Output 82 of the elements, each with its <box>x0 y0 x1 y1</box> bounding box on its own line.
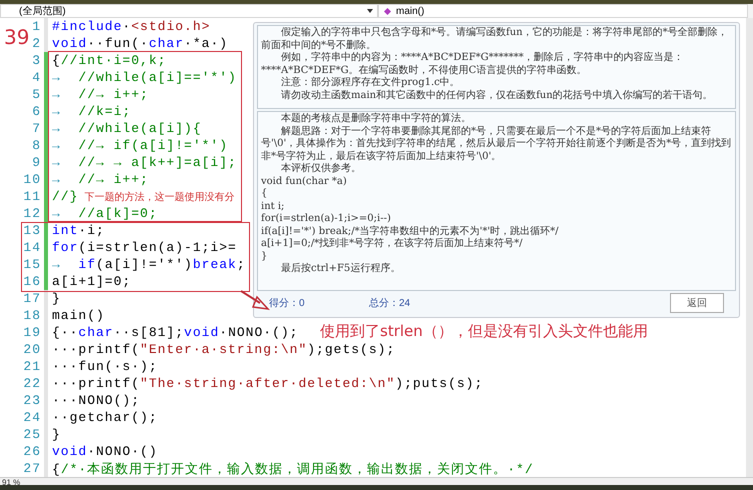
line-number: 9 <box>32 155 41 170</box>
code-line: → if(a[i]!='*')break; <box>52 257 246 272</box>
member-dropdown[interactable]: main() <box>378 4 748 18</box>
total-score-label: 总分：24 <box>369 296 410 310</box>
code-line: } <box>52 427 61 442</box>
code-line: { <box>261 188 268 200</box>
code-line: a[i+1]=0;/*找到非*号字符，在该字符后面加上结束符号*/ <box>261 238 524 250</box>
code-line: {/*·本函数用于打开文件，输入数据，调用函数，输出数据，关闭文件。·*/ <box>52 460 534 478</box>
question-paragraph: 请勿改动主函数main和其它函数中的任何内容，仅在函数fun的花括号中填入你编写的若干语句。 <box>280 90 714 102</box>
code-line: main() <box>52 308 105 323</box>
code-line: → //k=i; <box>52 104 132 119</box>
code-line: a[i+1]=0; <box>52 274 132 289</box>
line-number: 3 <box>32 53 41 68</box>
caret-icon <box>367 9 373 13</box>
code-line: → //while(a[i]=='*') <box>52 70 237 85</box>
line-number: 6 <box>32 104 41 119</box>
code-line: → //a[k]=0; <box>52 206 158 221</box>
line-number: 20 <box>23 342 41 357</box>
line-number: 27 <box>23 461 41 476</box>
line-number: 16 <box>23 274 41 289</box>
code-line: #include·<stdio.h> <box>52 19 210 34</box>
line-number: 2 <box>32 36 41 51</box>
line-number: 1 <box>32 19 41 34</box>
code-line: } <box>52 291 61 306</box>
code-line: → //→ → a[k++]=a[i]; <box>52 155 237 170</box>
line-number: 18 <box>23 308 41 323</box>
question-paragraph: 注意：部分源程序存在文件prog1.c中。 <box>280 77 461 90</box>
zoom-level: 91 % <box>1 478 20 486</box>
code-line: ···printf("The·string·after·deleted:\n");puts(s); <box>52 376 484 391</box>
line-number: 23 <box>23 393 41 408</box>
code-line: void·NONO·() <box>52 444 158 459</box>
line-number: 15 <box>23 257 41 272</box>
code-line: } <box>261 250 268 263</box>
scrollbar[interactable] <box>746 18 753 477</box>
code-line: ··getchar(); <box>52 410 158 425</box>
code-line: → //→ if(a[i]!='*') <box>52 138 228 153</box>
line-number: 13 <box>23 223 41 238</box>
code-line: void··fun(·char·*a·) <box>52 36 228 51</box>
question-paragraph: 例如，字符串中的内容为：****A*BC*DEF*G*******，删除后，字符串中的内容应当是：****A*BC*DEF*G。在编写函数时，不得使用C语言提供的字符串函数。 <box>261 52 685 76</box>
code-line: → //→ i++; <box>52 172 149 187</box>
analysis-paragraph: 本评析仅供参考。 <box>280 163 362 176</box>
analysis-paragraph: 本题的考核点是删除字符串中字符的算法。 <box>280 113 472 126</box>
code-line: int i; <box>261 200 286 213</box>
code-line: {//int·i=0,k; <box>52 53 166 68</box>
handwritten-number: 39 <box>4 26 30 48</box>
code-line: → //→ i++; <box>52 87 149 102</box>
code-line: for(i=strlen(a)-1;i>= <box>52 240 237 255</box>
line-number: 25 <box>23 427 41 442</box>
code-line: ···fun(·s·); <box>52 359 158 374</box>
analysis-paragraph: 最后按ctrl+F5运行程序。 <box>280 263 402 276</box>
code-line: {··char··s[81];void·NONO·(); <box>52 325 298 340</box>
line-number: 7 <box>32 121 41 136</box>
code-line: int·i; <box>52 223 105 238</box>
arrow <box>240 290 270 310</box>
line-number: 4 <box>32 70 41 85</box>
code-line: if(a[i]!='*') break;/*当字符串数组中的元素不为'*'时，跳出循环*/ <box>261 226 560 238</box>
code-line: ···printf("Enter·a·string:\n");gets(s); <box>52 342 396 357</box>
handwritten-note: 下一题的方法，这一题使用没有分 <box>84 190 234 204</box>
code-line: void fun(char *a) <box>261 176 348 188</box>
score-label: 得分：0 <box>269 297 306 310</box>
scope-dropdown[interactable]: (全局范围) <box>0 4 378 18</box>
line-number: 10 <box>23 172 41 187</box>
handwritten-note: 使用到了strlen（），但是没有引入头文件也能用 <box>320 322 648 341</box>
line-number: 19 <box>23 325 41 340</box>
line-number: 8 <box>32 138 41 153</box>
question-paragraph: 假定输入的字符串中只包含字母和*号。请编写函数fun，它的功能是：将字符串尾部的*号全部删除，前面和中间的*号不删除。 <box>261 27 729 52</box>
line-number: 24 <box>23 410 41 425</box>
line-number: 22 <box>23 376 41 391</box>
line-number: 14 <box>23 240 41 255</box>
line-number: 21 <box>23 359 41 374</box>
method-icon <box>383 6 392 16</box>
analysis-paragraph: 解题思路：对于一个字符串要删除其尾部的*号，只需要在最后一个不是*号的字符后面加上结束符号'\0'，具体操作为：首先找到字符串的结尾，然后从最后一个字符开始往前逐个判断是否为*号，直到找到非*号字符为止，最后在该字符后面加上结束符号'\0'。 <box>261 126 732 162</box>
line-number: 12 <box>23 206 41 221</box>
line-number: 17 <box>23 291 41 306</box>
code-line: → //while(a[i]){ <box>52 121 202 136</box>
line-number: 5 <box>32 87 41 102</box>
line-number: 26 <box>23 444 41 459</box>
back-button[interactable]: 返回 <box>670 293 724 313</box>
line-number: 11 <box>23 189 41 204</box>
code-line: for(i=strlen(a)-1;i>=0;i--) <box>261 213 392 226</box>
code-line: //} <box>52 189 78 204</box>
code-line: ···NONO(); <box>52 393 140 408</box>
